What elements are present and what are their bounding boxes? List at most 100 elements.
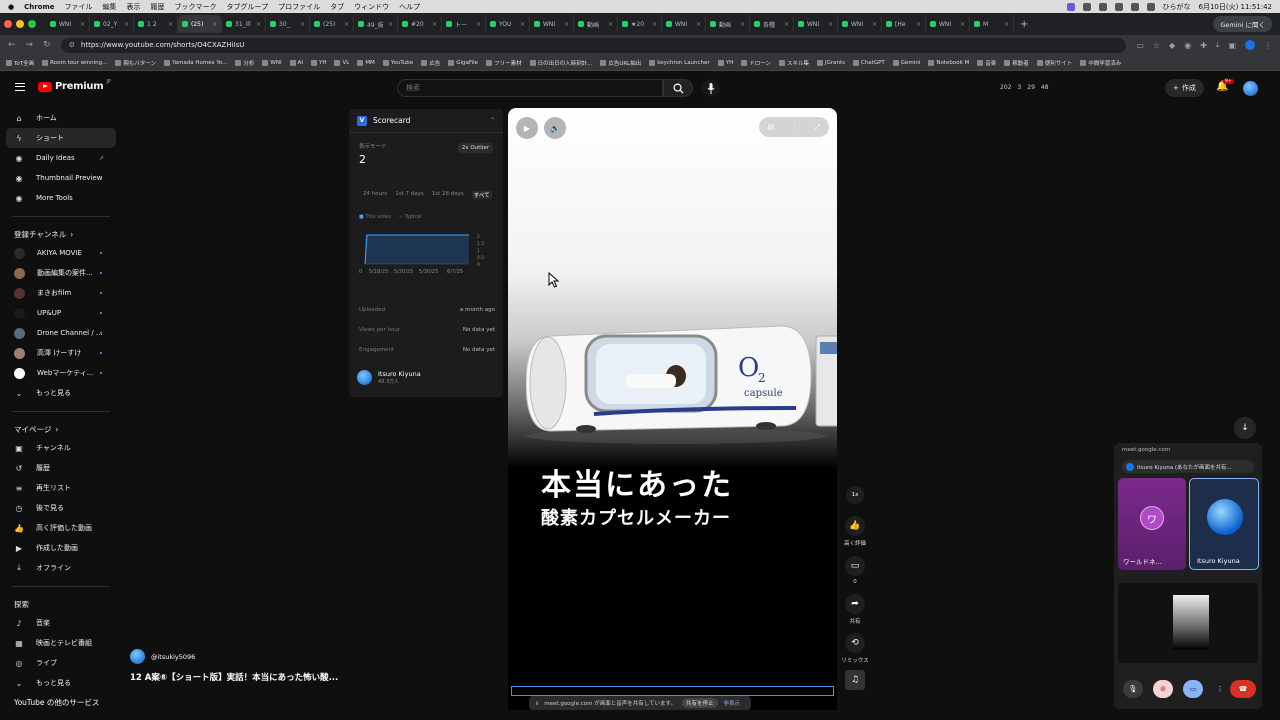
menu-window[interactable]: ウィンドウ xyxy=(354,2,389,12)
subscription-item[interactable]: AKIYA MOVIE xyxy=(6,243,116,263)
fullscreen-icon[interactable]: ⤢ xyxy=(815,123,821,132)
site-info-icon[interactable]: ⚙ xyxy=(69,41,75,49)
tab-close-icon[interactable]: × xyxy=(1004,21,1009,28)
short-title[interactable]: 12 A案⑥【ショート版】実話！本当にあった怖い酸... xyxy=(130,671,338,683)
menu-bookmarks[interactable]: ブックマーク xyxy=(175,2,217,12)
sidebar-item[interactable]: ≡ 再生リスト xyxy=(6,478,116,498)
tab-search-icon[interactable]: ▣ xyxy=(1228,41,1236,50)
bookmark-item[interactable]: 音楽 xyxy=(977,59,996,67)
you-heading[interactable]: マイページ › xyxy=(6,420,116,438)
cast-icon[interactable]: ▭ xyxy=(1136,41,1144,50)
menubar-user[interactable]: ひらがな xyxy=(1163,2,1191,12)
bookmark-item[interactable]: YouTube xyxy=(382,59,413,66)
close-window-button[interactable] xyxy=(4,20,12,28)
participant-tile[interactable]: ワ ワールドネ... xyxy=(1118,478,1186,570)
tab-close-icon[interactable]: × xyxy=(168,21,173,28)
bookmark-star-icon[interactable]: ☆ xyxy=(1153,41,1160,50)
browser-tab[interactable]: 各種 × xyxy=(750,15,794,33)
browser-tab[interactable]: ★20 × xyxy=(618,15,662,33)
tab-close-icon[interactable]: × xyxy=(828,21,833,28)
browser-tab[interactable]: #20 × xyxy=(398,15,442,33)
minimize-window-button[interactable] xyxy=(16,20,24,28)
mic-toggle-icon[interactable]: 🎙 xyxy=(1123,680,1143,698)
menu-help[interactable]: ヘルプ xyxy=(399,2,420,12)
sidebar-item[interactable]: ◉ Daily Ideas ↗ xyxy=(6,148,116,168)
wifi-icon[interactable] xyxy=(1130,2,1139,11)
menu-history[interactable]: 履歴 xyxy=(151,2,165,12)
sidebar-item[interactable]: ♪ 音楽 xyxy=(6,613,116,633)
browser-tab[interactable]: WNI × xyxy=(46,15,90,33)
show-more-button[interactable]: ⌄ もっと見る xyxy=(6,383,116,403)
bookmark-item[interactable]: フリー素材 xyxy=(486,59,522,67)
browser-tab[interactable]: 31_ill × xyxy=(222,15,266,33)
battery-icon[interactable] xyxy=(1146,2,1155,11)
profile-avatar[interactable] xyxy=(1245,40,1255,50)
browser-tab[interactable]: 30_ × xyxy=(266,15,310,33)
range-tab-all[interactable]: すべて xyxy=(471,191,492,199)
browser-tab[interactable]: WNI × xyxy=(530,15,574,33)
tab-close-icon[interactable]: × xyxy=(960,21,965,28)
hamburger-menu-icon[interactable] xyxy=(15,83,25,91)
browser-tab[interactable]: WNI × xyxy=(838,15,882,33)
more-options-icon[interactable]: ⋮ xyxy=(1210,680,1230,698)
url-text[interactable]: https://www.youtube.com/shorts/O4CXAZHiI… xyxy=(81,41,244,49)
bookmark-item[interactable]: JGrants xyxy=(816,59,845,66)
bookmark-item[interactable]: 稼動者 xyxy=(1004,59,1029,67)
scorecard-channel[interactable]: Itsuro Kiyuna 49.3万人 xyxy=(357,370,421,385)
tab-close-icon[interactable]: × xyxy=(916,21,921,28)
bookmark-item[interactable]: MM xyxy=(357,59,375,66)
subscription-item[interactable]: Webマーケティ... xyxy=(6,363,116,383)
search-input[interactable]: 検索 xyxy=(397,79,663,97)
bookmark-item[interactable]: 便利サイト xyxy=(1036,59,1072,67)
captions-icon[interactable]: ▤ xyxy=(767,123,774,131)
comment-icon[interactable]: ▭ xyxy=(845,556,865,576)
collapse-icon[interactable]: ⌃ xyxy=(490,117,495,124)
tab-close-icon[interactable]: × xyxy=(256,21,261,28)
voice-search-button[interactable] xyxy=(702,79,720,97)
account-avatar[interactable] xyxy=(1243,81,1258,96)
forward-icon[interactable]: → xyxy=(26,40,34,50)
puzzle-icon[interactable]: ✚ xyxy=(1200,41,1207,50)
subscription-item[interactable]: 動画編集の案件... xyxy=(6,263,116,283)
remix-icon[interactable]: ⟲ xyxy=(845,633,865,653)
subscription-item[interactable]: Drone Channel / ... xyxy=(6,323,116,343)
status-icon[interactable] xyxy=(1082,2,1091,11)
status-icon[interactable] xyxy=(1114,2,1123,11)
back-icon[interactable]: ← xyxy=(8,40,16,50)
bookmark-item[interactable]: Gemini xyxy=(892,59,920,66)
video-owner[interactable]: @itsukiy5096 xyxy=(130,649,195,664)
tab-close-icon[interactable]: × xyxy=(696,21,701,28)
tab-close-icon[interactable]: × xyxy=(344,21,349,28)
tab-close-icon[interactable]: × xyxy=(124,21,129,28)
subscriptions-heading[interactable]: 登録チャンネル › xyxy=(6,225,116,243)
browser-tab[interactable]: 02_Y × xyxy=(90,15,134,33)
browser-tab[interactable]: (25) × xyxy=(178,15,222,33)
browser-tab[interactable]: WNI × xyxy=(662,15,706,33)
mute-button[interactable]: 🔈 xyxy=(544,117,566,139)
browser-tab[interactable]: 49_抜 × xyxy=(354,15,398,33)
maximize-window-button[interactable] xyxy=(28,20,36,28)
status-icon[interactable] xyxy=(1098,2,1107,11)
share-action[interactable]: ➦ 共有 xyxy=(843,594,867,625)
bookmark-item[interactable]: ToT全画 xyxy=(6,59,34,67)
bookmark-item[interactable]: GigaFile xyxy=(448,59,478,66)
sidebar-item[interactable]: ⤓ オフライン xyxy=(6,558,116,578)
tab-close-icon[interactable]: × xyxy=(652,21,657,28)
tab-close-icon[interactable]: × xyxy=(300,21,305,28)
sidebar-item[interactable]: ⌂ ホーム xyxy=(6,108,116,128)
bookmark-item[interactable]: YH xyxy=(310,59,326,66)
tab-close-icon[interactable]: × xyxy=(476,21,481,28)
bookmark-item[interactable]: 中間学習済み xyxy=(1080,59,1121,67)
sidebar-item[interactable]: ◉ More Tools xyxy=(6,188,116,208)
shared-screen-preview[interactable] xyxy=(1118,583,1258,663)
reload-icon[interactable]: ↻ xyxy=(43,40,51,50)
gemini-button[interactable]: Gemini に聞く xyxy=(1213,16,1272,32)
tab-close-icon[interactable]: × xyxy=(520,21,525,28)
create-button[interactable]: + 作成 xyxy=(1165,79,1204,97)
sidebar-item[interactable]: ▣ チャンネル xyxy=(6,438,116,458)
browser-tab[interactable]: 動画 × xyxy=(706,15,750,33)
browser-tab[interactable]: M × xyxy=(970,15,1014,33)
play-button[interactable]: ▶ xyxy=(516,117,538,139)
menubar-clock[interactable]: 6月10日(火) 11:51:42 xyxy=(1199,2,1273,12)
bookmark-item[interactable]: 日の出日の入時刻計... xyxy=(529,59,592,67)
